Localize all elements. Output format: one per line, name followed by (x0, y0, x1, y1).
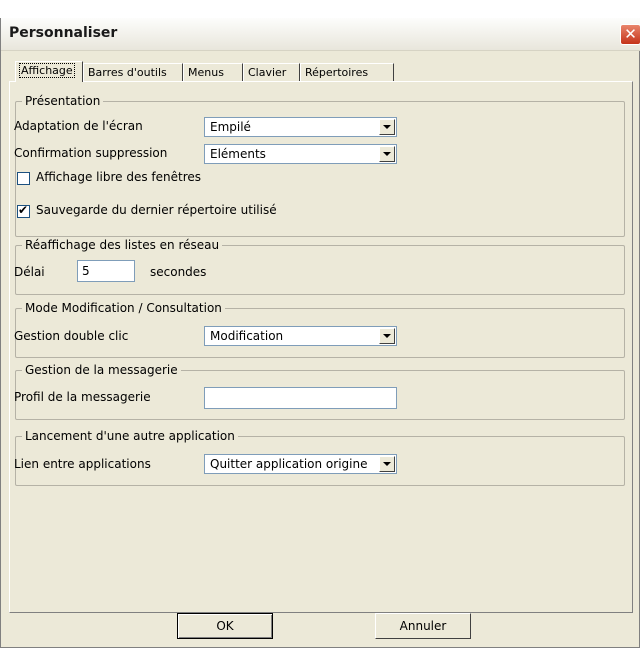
profil-label: Profil de la messagerie (14, 390, 151, 404)
window-title: Personnaliser (9, 25, 118, 41)
tab-menus[interactable]: Menus (183, 63, 243, 81)
gestion-select[interactable]: Modification (204, 326, 397, 346)
group-legend: Gestion de la messagerie (22, 363, 181, 377)
ok-button[interactable]: OK (177, 613, 273, 639)
gestion-value: Modification (210, 329, 284, 343)
lien-select[interactable]: Quitter application origine (204, 454, 397, 474)
tab-label: Affichage (19, 63, 75, 78)
group-reaffichage: Réaffichage des listes en réseau Délai s… (14, 238, 625, 295)
confirmation-label: Confirmation suppression (14, 146, 168, 160)
lien-label: Lien entre applications (14, 457, 151, 471)
tab-clavier[interactable]: Clavier (243, 63, 300, 81)
group-presentation: Présentation Adaptation de l'écran Empil… (14, 94, 625, 237)
adaptation-select[interactable]: Empilé (204, 117, 397, 137)
tab-repertoires[interactable]: Répertoires (300, 63, 394, 81)
chevron-down-icon[interactable] (379, 328, 395, 344)
confirmation-value: Eléments (210, 147, 266, 161)
lien-value: Quitter application origine (210, 457, 368, 471)
profil-input[interactable] (204, 387, 397, 409)
group-lancement: Lancement d'une autre application Lien e… (14, 429, 625, 486)
group-legend: Présentation (22, 94, 104, 108)
group-legend: Réaffichage des listes en réseau (22, 238, 223, 252)
customize-dialog: Personnaliser ✕ Affichage Barres d'outil… (0, 18, 640, 648)
group-messagerie: Gestion de la messagerie Profil de la me… (14, 363, 625, 420)
close-icon[interactable]: ✕ (620, 24, 640, 45)
cancel-button[interactable]: Annuler (375, 613, 471, 639)
tab-affichage[interactable]: Affichage (15, 61, 83, 82)
delai-unit: secondes (150, 265, 207, 279)
affichage-libre-checkbox[interactable] (17, 172, 30, 185)
chevron-down-icon[interactable] (379, 456, 395, 472)
adaptation-value: Empilé (210, 120, 251, 134)
title-bar[interactable]: Personnaliser ✕ (1, 18, 640, 51)
gestion-label: Gestion double clic (14, 329, 129, 343)
affichage-libre-label[interactable]: Affichage libre des fenêtres (36, 170, 201, 184)
adaptation-label: Adaptation de l'écran (14, 119, 143, 133)
confirmation-select[interactable]: Eléments (204, 144, 397, 164)
sauvegarde-label[interactable]: Sauvegarde du dernier répertoire utilisé (36, 203, 277, 217)
chevron-down-icon[interactable] (379, 119, 395, 135)
group-mode: Mode Modification / Consultation Gestion… (14, 301, 625, 358)
group-legend: Mode Modification / Consultation (22, 301, 225, 315)
tab-barres-outils[interactable]: Barres d'outils (83, 63, 183, 81)
delai-input[interactable] (77, 260, 135, 282)
sauvegarde-checkbox[interactable] (17, 203, 30, 218)
group-legend: Lancement d'une autre application (22, 429, 238, 443)
delai-label: Délai (14, 265, 45, 279)
chevron-down-icon[interactable] (379, 146, 395, 162)
